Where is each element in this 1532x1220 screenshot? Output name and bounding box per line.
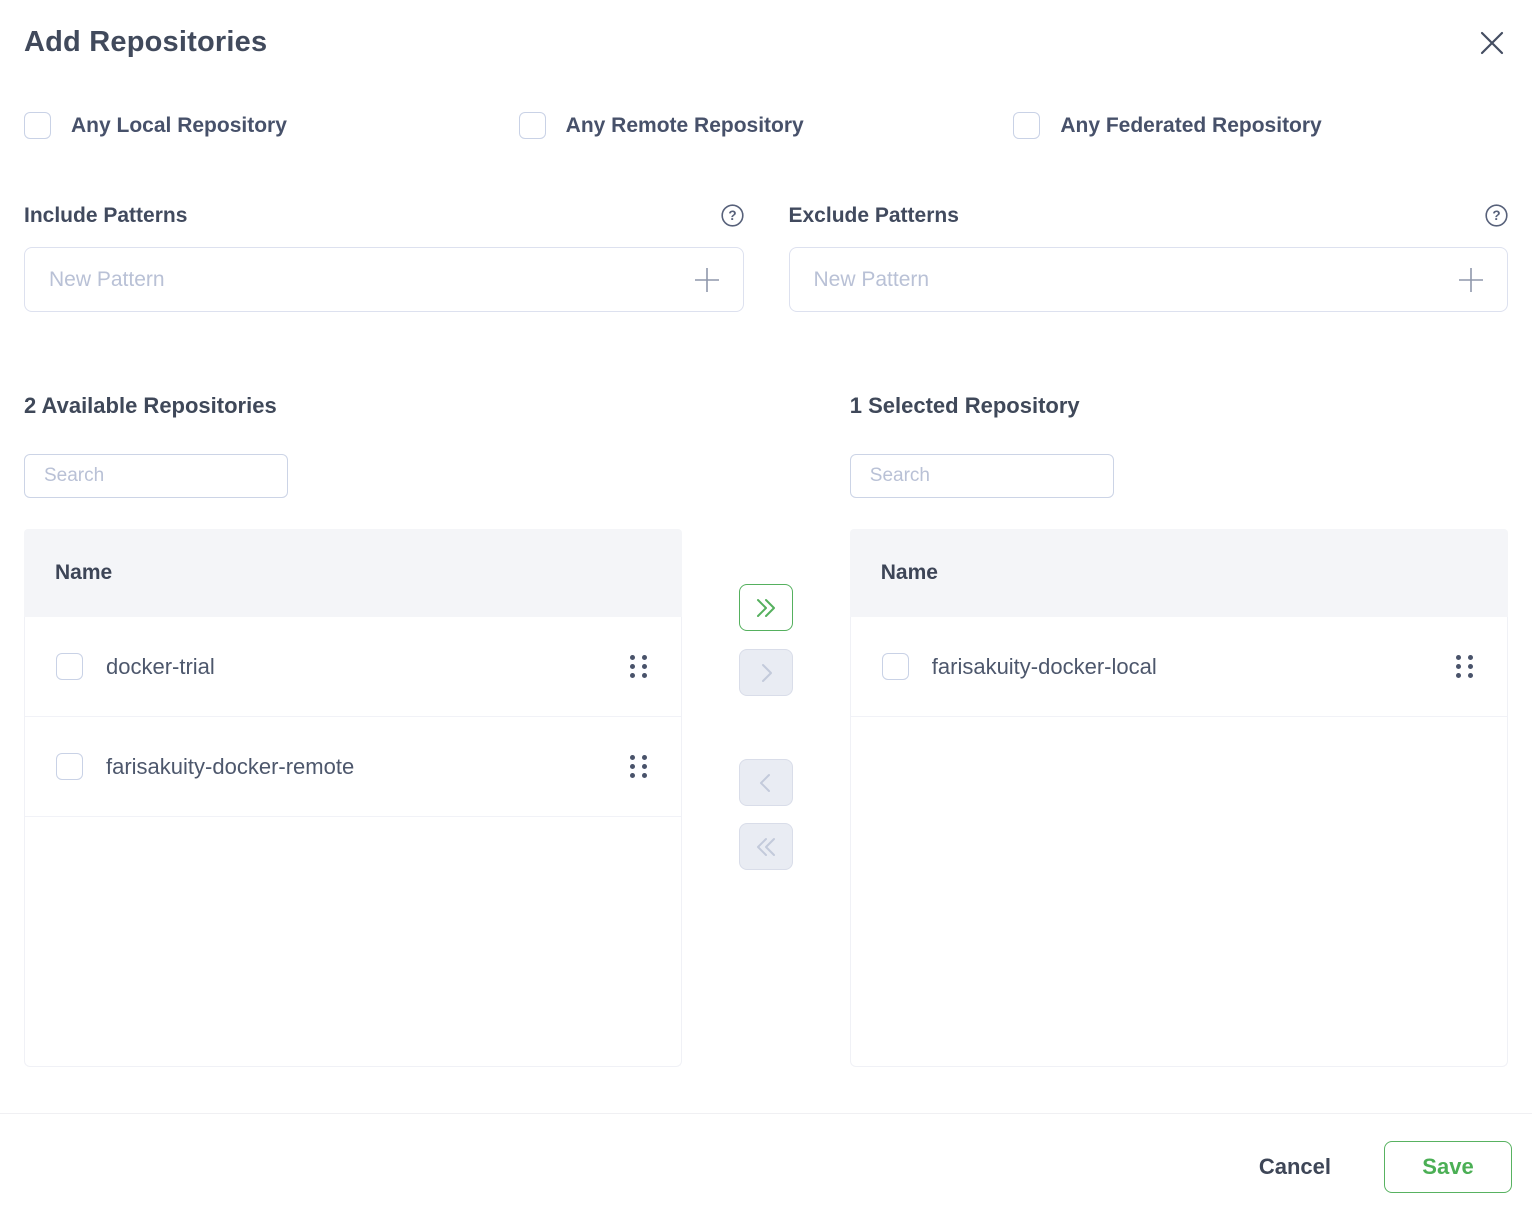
add-exclude-pattern-button[interactable] <box>1457 266 1485 294</box>
chevron-right-icon <box>754 663 778 683</box>
checkbox-label: Any Local Repository <box>71 114 287 138</box>
available-repositories-table: Name docker-trial farisakuity-docker-rem… <box>24 529 682 1067</box>
table-row[interactable]: docker-trial <box>25 617 681 717</box>
checkbox-any-federated-repository[interactable]: Any Federated Repository <box>1013 112 1508 139</box>
include-patterns-group: Include Patterns ? <box>24 203 744 312</box>
repository-transfer-section: 2 Available Repositories Name docker-tri… <box>0 393 1532 1067</box>
repo-type-filter-row: Any Local Repository Any Remote Reposito… <box>0 112 1532 139</box>
repository-name: farisakuity-docker-local <box>932 654 1452 680</box>
close-button[interactable] <box>1477 28 1507 58</box>
dialog-title: Add Repositories <box>24 26 267 59</box>
add-include-pattern-button[interactable] <box>693 266 721 294</box>
dialog-footer: Cancel Save <box>0 1113 1532 1220</box>
name-column-header: Name <box>881 561 938 585</box>
move-right-button[interactable] <box>739 649 793 696</box>
checkbox-label: Any Federated Repository <box>1060 114 1321 138</box>
checkbox-icon[interactable] <box>519 112 546 139</box>
available-search-input[interactable] <box>24 454 288 498</box>
move-left-button[interactable] <box>739 759 793 806</box>
row-checkbox[interactable] <box>882 653 909 680</box>
svg-text:?: ? <box>1492 208 1500 223</box>
include-pattern-field <box>24 247 744 312</box>
drag-handle-icon[interactable] <box>626 651 651 682</box>
table-body: farisakuity-docker-local <box>850 617 1508 1067</box>
name-column-header: Name <box>55 561 112 585</box>
cancel-button[interactable]: Cancel <box>1259 1154 1331 1180</box>
include-patterns-label: Include Patterns <box>24 204 187 228</box>
table-row[interactable]: farisakuity-docker-remote <box>25 717 681 817</box>
double-chevron-left-icon <box>754 837 778 857</box>
available-repositories-heading: 2 Available Repositories <box>24 393 682 418</box>
drag-handle-icon[interactable] <box>1452 651 1477 682</box>
question-mark-circle-icon: ? <box>721 215 744 230</box>
transfer-buttons-column <box>682 393 850 1067</box>
include-patterns-help-button[interactable]: ? <box>721 204 744 227</box>
selected-search-input[interactable] <box>850 454 1114 498</box>
checkbox-icon[interactable] <box>24 112 51 139</box>
patterns-section: Include Patterns ? Exclude Patterns <box>0 203 1532 312</box>
checkbox-icon[interactable] <box>1013 112 1040 139</box>
dialog-header: Add Repositories <box>0 0 1532 59</box>
drag-handle-icon[interactable] <box>626 751 651 782</box>
checkbox-any-local-repository[interactable]: Any Local Repository <box>24 112 519 139</box>
question-mark-circle-icon: ? <box>1485 215 1508 230</box>
exclude-pattern-field <box>789 247 1509 312</box>
table-header: Name <box>850 529 1508 617</box>
table-body: docker-trial farisakuity-docker-remote <box>24 617 682 1067</box>
add-repositories-dialog: Add Repositories Any Local Repository An… <box>0 0 1532 1220</box>
row-checkbox[interactable] <box>56 753 83 780</box>
repository-name: farisakuity-docker-remote <box>106 754 626 780</box>
repository-name: docker-trial <box>106 654 626 680</box>
selected-repositories-panel: 1 Selected Repository Name farisakuity-d… <box>850 393 1508 1067</box>
table-row[interactable]: farisakuity-docker-local <box>851 617 1507 717</box>
svg-text:?: ? <box>728 208 736 223</box>
exclude-patterns-help-button[interactable]: ? <box>1485 204 1508 227</box>
checkbox-any-remote-repository[interactable]: Any Remote Repository <box>519 112 1014 139</box>
table-header: Name <box>24 529 682 617</box>
close-icon <box>1477 46 1507 61</box>
double-chevron-right-icon <box>754 598 778 618</box>
exclude-pattern-input[interactable] <box>814 268 1458 292</box>
chevron-left-icon <box>754 773 778 793</box>
save-button[interactable]: Save <box>1384 1141 1512 1193</box>
plus-icon <box>1457 282 1485 297</box>
selected-repositories-table: Name farisakuity-docker-local <box>850 529 1508 1067</box>
exclude-patterns-group: Exclude Patterns ? <box>789 203 1509 312</box>
row-checkbox[interactable] <box>56 653 83 680</box>
move-all-left-button[interactable] <box>739 823 793 870</box>
include-pattern-input[interactable] <box>49 268 693 292</box>
available-repositories-panel: 2 Available Repositories Name docker-tri… <box>24 393 682 1067</box>
plus-icon <box>693 282 721 297</box>
exclude-patterns-label: Exclude Patterns <box>789 204 959 228</box>
selected-repositories-heading: 1 Selected Repository <box>850 393 1508 418</box>
checkbox-label: Any Remote Repository <box>566 114 804 138</box>
move-all-right-button[interactable] <box>739 584 793 631</box>
